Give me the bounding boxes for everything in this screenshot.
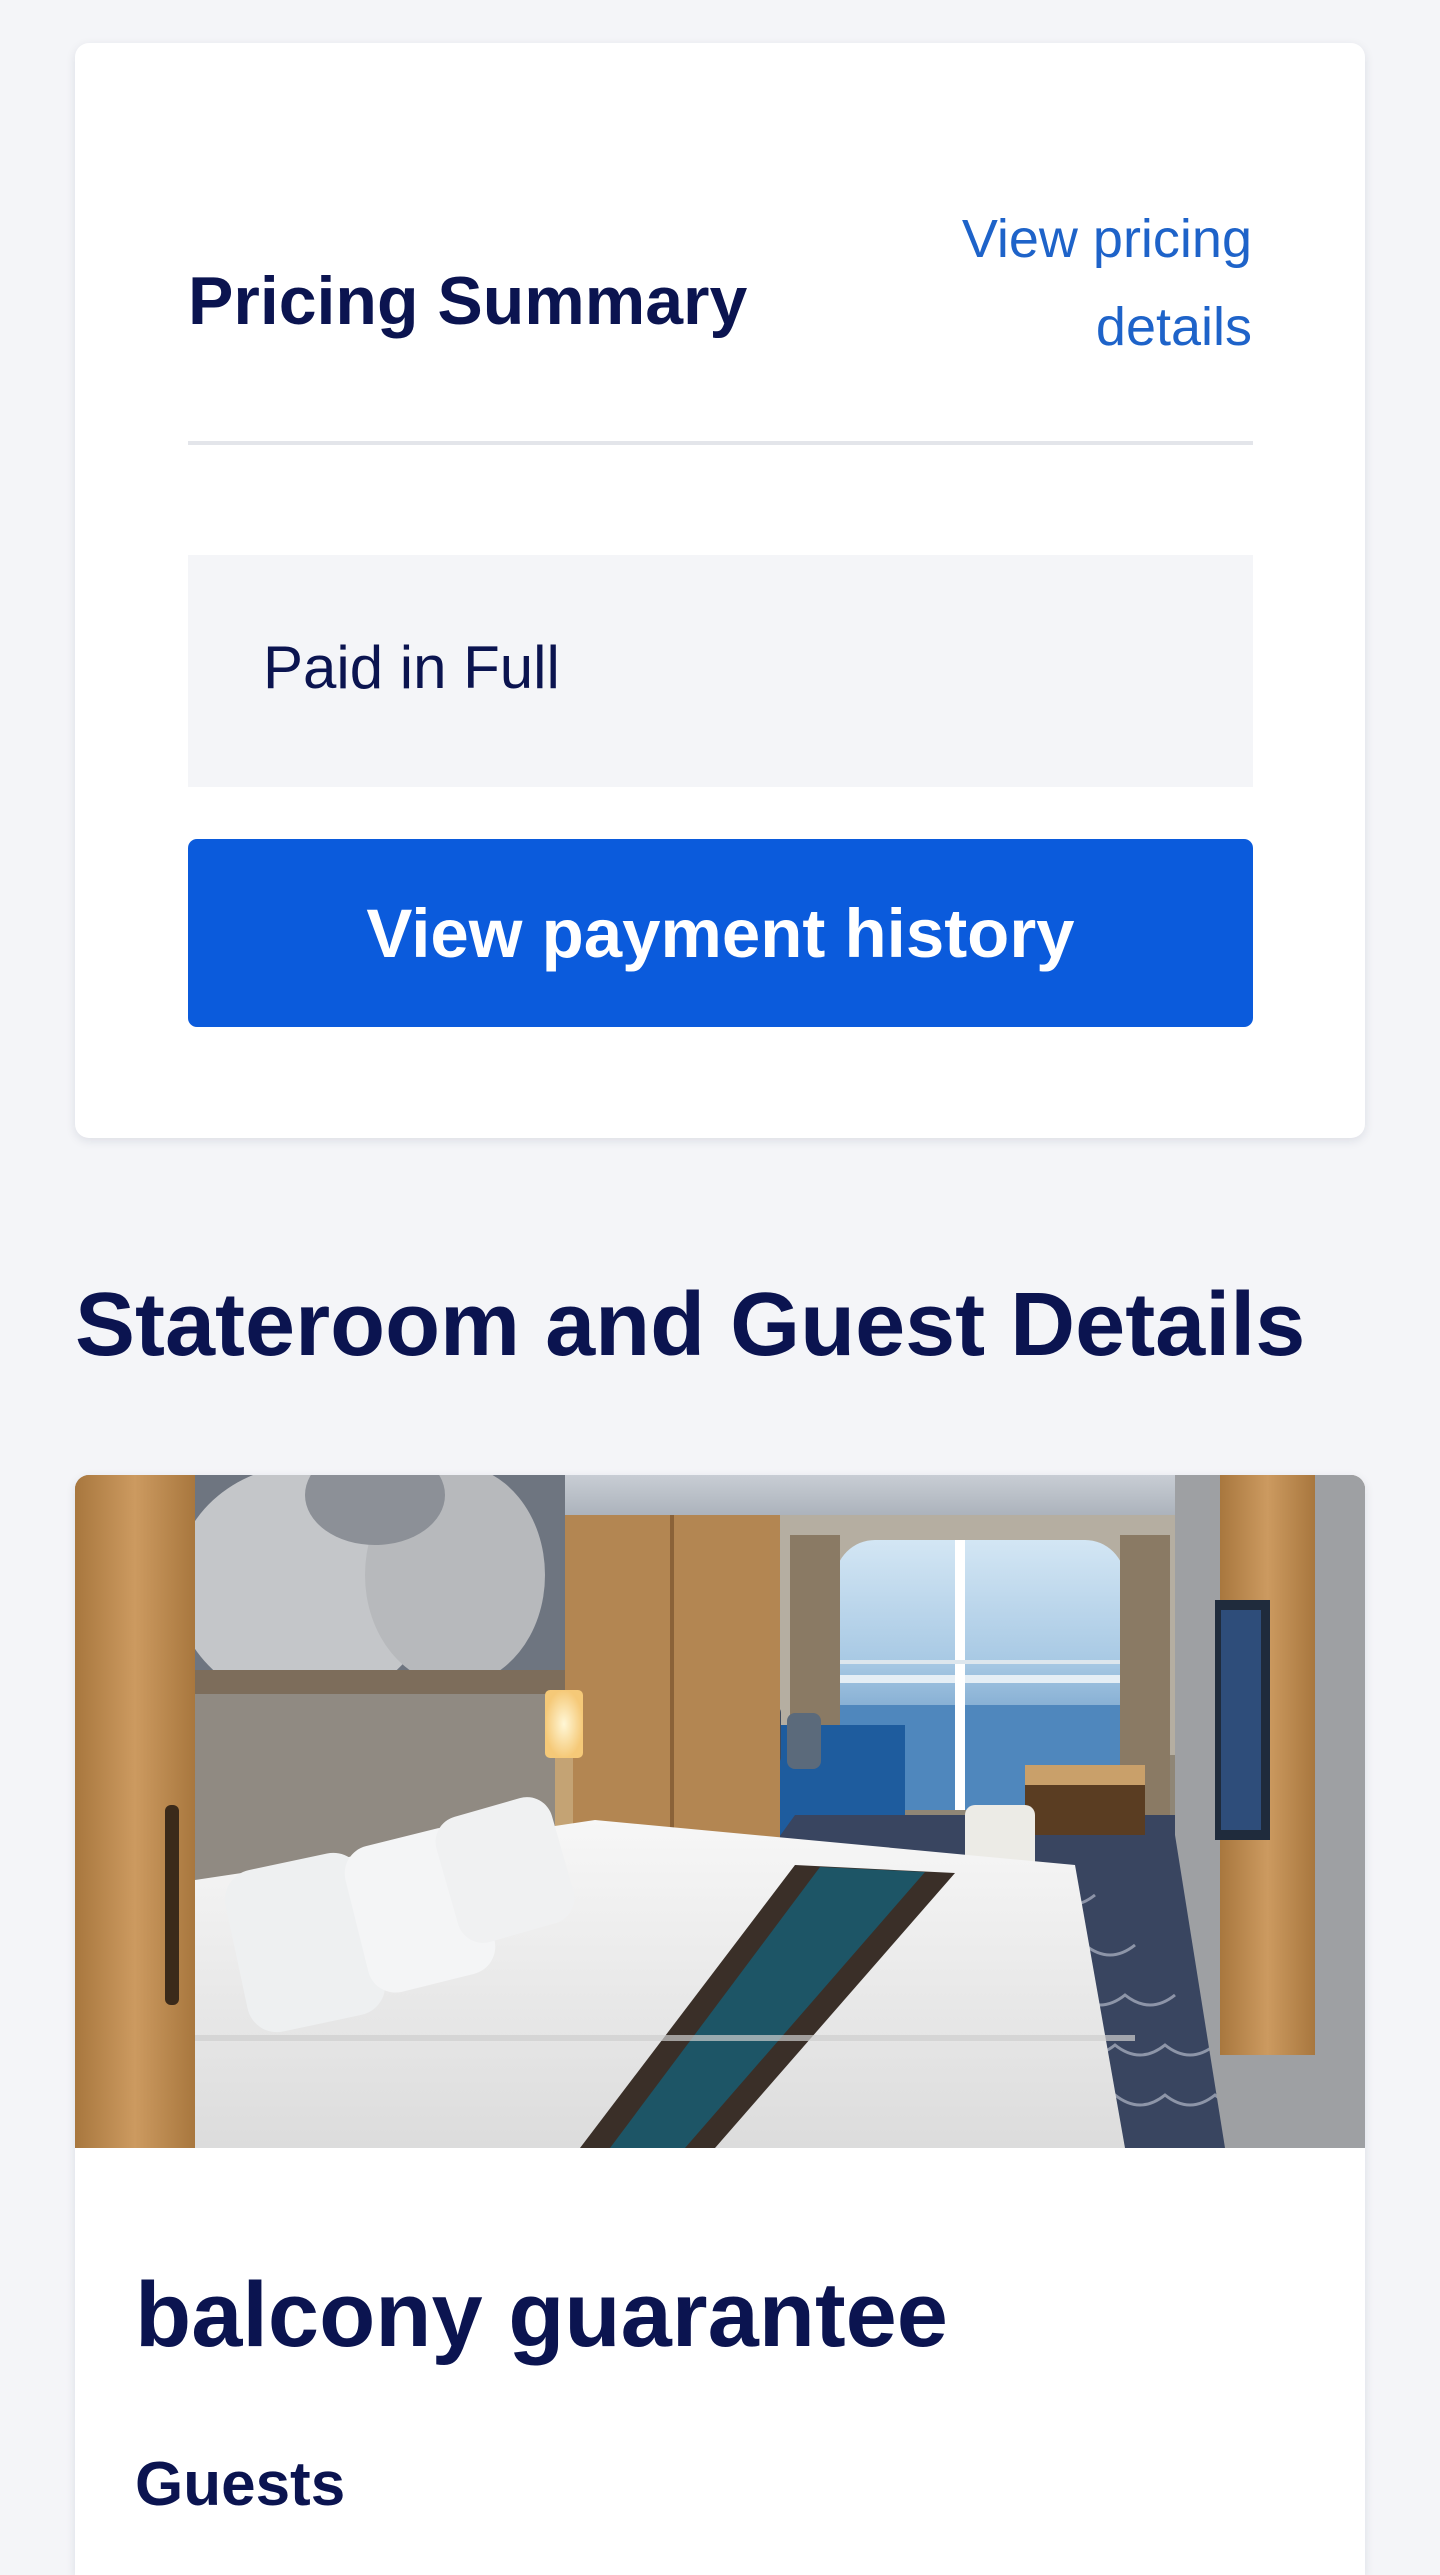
guests-label: Guests bbox=[135, 2450, 346, 2519]
stateroom-card: balcony guarantee Guests bbox=[75, 1475, 1365, 2575]
payment-status-box: Paid in Full bbox=[188, 555, 1253, 787]
view-payment-history-button[interactable]: View payment history bbox=[188, 839, 1253, 1027]
stateroom-photo bbox=[75, 1475, 1365, 2148]
view-pricing-details-link[interactable]: View pricing details bbox=[812, 195, 1252, 371]
payment-status-text: Paid in Full bbox=[263, 634, 560, 701]
stateroom-guest-details-heading: Stateroom and Guest Details bbox=[75, 1275, 1306, 1375]
stateroom-name: balcony guarantee bbox=[135, 2264, 948, 2366]
pricing-summary-title: Pricing Summary bbox=[188, 263, 748, 339]
pricing-divider bbox=[188, 441, 1253, 445]
pricing-summary-card: Pricing Summary View pricing details Pai… bbox=[75, 43, 1365, 1138]
